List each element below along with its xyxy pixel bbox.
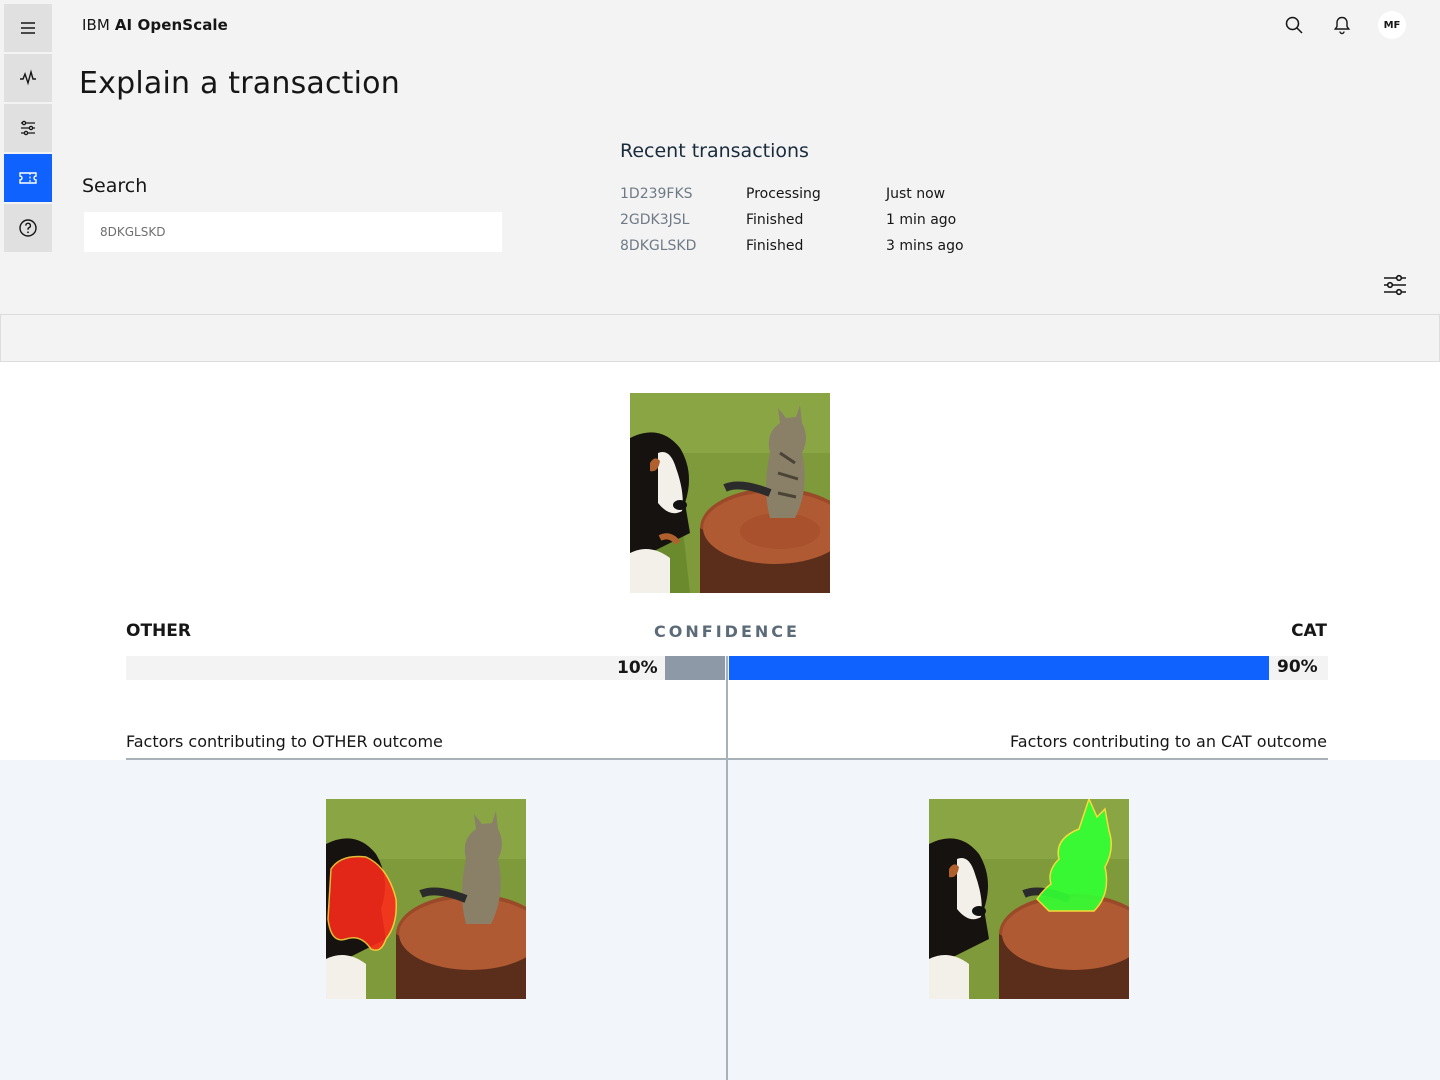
dog-highlight-image bbox=[326, 799, 526, 999]
rail-item-explain[interactable] bbox=[4, 154, 52, 202]
search-button[interactable] bbox=[1282, 13, 1306, 37]
other-confidence-bar bbox=[665, 656, 725, 680]
menu-button[interactable] bbox=[4, 4, 52, 52]
app-brand[interactable]: IBM AI OpenScale bbox=[82, 16, 228, 34]
other-factors-title: Factors contributing to OTHER outcome bbox=[126, 732, 443, 751]
other-confidence-value: 10% bbox=[617, 658, 658, 678]
transaction-row[interactable]: 8DKGLSKD Finished 3 mins ago bbox=[620, 233, 1006, 259]
confidence-heading: CONFIDENCE bbox=[654, 622, 800, 641]
rail-item-monitoring[interactable] bbox=[4, 54, 52, 102]
search-icon bbox=[1285, 16, 1303, 34]
transaction-row[interactable]: 2GDK3JSL Finished 1 min ago bbox=[620, 207, 1006, 233]
left-rail bbox=[4, 4, 52, 254]
recent-transactions-title: Recent transactions bbox=[620, 140, 809, 162]
transaction-status: Processing bbox=[746, 186, 821, 202]
menu-icon bbox=[21, 22, 35, 34]
transaction-status: Finished bbox=[746, 238, 804, 254]
transaction-image bbox=[630, 393, 830, 593]
transaction-time: 3 mins ago bbox=[886, 238, 964, 254]
help-icon bbox=[19, 219, 37, 237]
cat-confidence-value: 90% bbox=[1277, 657, 1318, 677]
settings-sliders-icon bbox=[21, 120, 35, 136]
transaction-id[interactable]: 2GDK3JSL bbox=[620, 212, 746, 228]
cat-factors-image bbox=[929, 799, 1129, 999]
transaction-row[interactable]: 1D239FKS Processing Just now bbox=[620, 181, 1006, 207]
transaction-time: 1 min ago bbox=[886, 212, 957, 228]
settings-adjust-icon bbox=[1384, 274, 1406, 296]
transaction-id[interactable]: 8DKGLSKD bbox=[620, 238, 746, 254]
cat-confidence-bar bbox=[729, 656, 1269, 680]
cat-factors-title: Factors contributing to an CAT outcome bbox=[1010, 732, 1327, 751]
cat-highlight-image bbox=[929, 799, 1129, 999]
center-divider bbox=[726, 656, 728, 1080]
notifications-button[interactable] bbox=[1330, 13, 1354, 37]
brand-name: AI OpenScale bbox=[114, 16, 228, 34]
filter-settings-button[interactable] bbox=[1383, 274, 1407, 296]
factors-divider bbox=[126, 758, 1328, 760]
ticket-icon bbox=[19, 172, 37, 184]
activity-icon bbox=[20, 69, 36, 86]
user-avatar[interactable]: MF bbox=[1378, 11, 1406, 39]
transaction-time: Just now bbox=[886, 186, 946, 202]
transaction-search-input[interactable] bbox=[84, 212, 502, 252]
other-class-label: OTHER bbox=[126, 621, 191, 641]
page-title: Explain a transaction bbox=[79, 66, 400, 101]
dog-cat-image bbox=[630, 393, 830, 593]
notification-icon bbox=[1333, 16, 1351, 35]
factors-panel bbox=[0, 760, 1440, 1080]
header-actions: MF bbox=[1282, 11, 1406, 39]
transaction-status: Finished bbox=[746, 212, 804, 228]
rail-item-configure[interactable] bbox=[4, 104, 52, 152]
transaction-id[interactable]: 1D239FKS bbox=[620, 186, 746, 202]
recent-transactions-list: 1D239FKS Processing Just now 2GDK3JSL Fi… bbox=[620, 181, 1006, 259]
results-toolbar-strip bbox=[0, 314, 1440, 362]
rail-item-help[interactable] bbox=[4, 204, 52, 252]
cat-class-label: CAT bbox=[1291, 621, 1327, 641]
brand-prefix: IBM bbox=[82, 16, 110, 34]
search-label: Search bbox=[82, 175, 148, 197]
other-factors-image bbox=[326, 799, 526, 999]
